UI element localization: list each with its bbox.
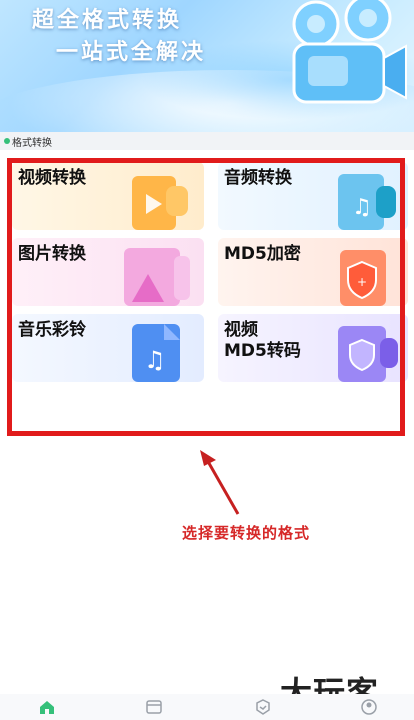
cube-icon[interactable] <box>254 698 272 716</box>
profile-icon[interactable] <box>360 698 378 716</box>
annotation-text: 选择要转换的格式 <box>182 524 311 542</box>
annotation-arrow-icon <box>200 450 240 515</box>
banner-title-line2: 一站式全解决 <box>56 40 207 65</box>
hero-banner: 超全格式转换 一站式全解决 <box>0 0 414 132</box>
section-label: 格式转换 <box>12 138 52 149</box>
folder-icon[interactable] <box>145 698 163 716</box>
camera-illustration-icon <box>292 0 407 104</box>
section-dot-icon <box>4 138 10 144</box>
banner-title-line1: 超全格式转换 <box>32 8 183 33</box>
bottom-nav <box>0 694 414 720</box>
highlight-frame <box>7 158 405 436</box>
section-header: 格式转换 <box>0 132 414 150</box>
home-icon[interactable] <box>38 698 56 716</box>
